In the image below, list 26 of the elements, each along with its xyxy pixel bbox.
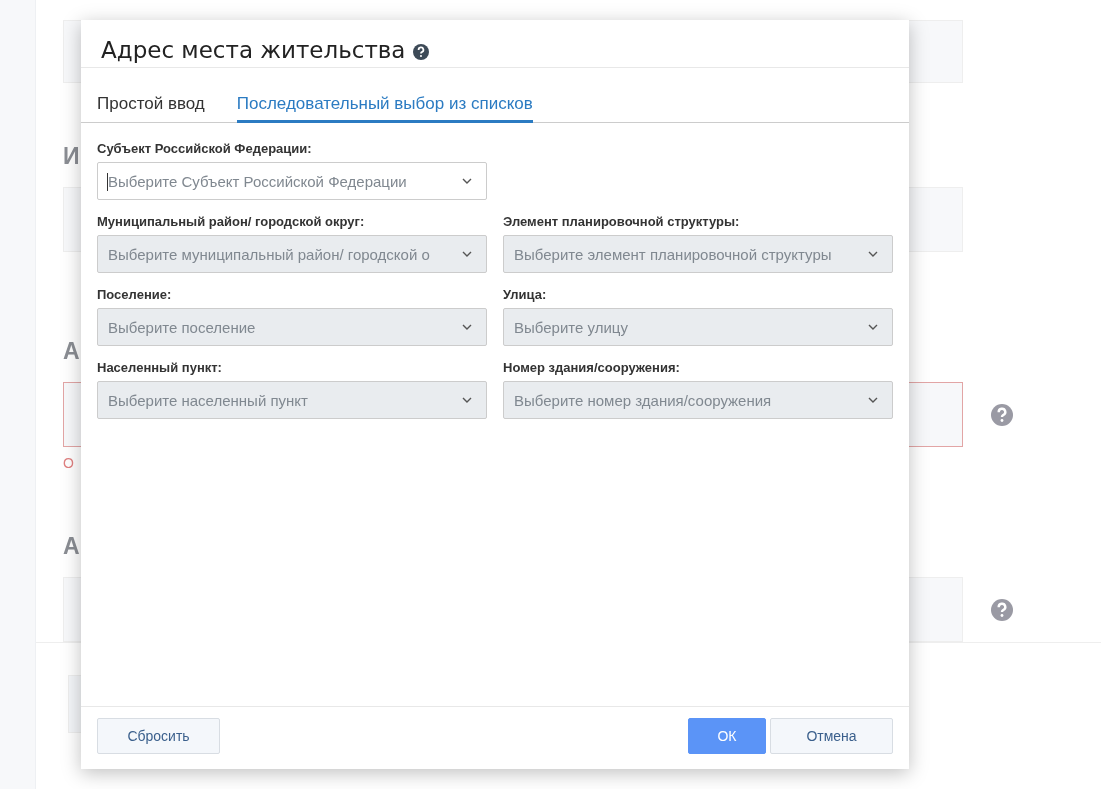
chevron-down-icon [462,324,472,330]
dialog-button[interactable]: Отмена [770,718,893,754]
help-icon[interactable] [413,43,430,60]
dialog-button[interactable]: Сбросить [97,718,220,754]
chevron-down-icon [868,251,878,257]
field-label: Населенный пункт: [97,360,223,375]
field-label: Субъект Российской Федерации: [97,141,313,156]
field-label: Муниципальный район/ городской округ: [97,214,366,229]
field-label: Улица: [503,287,548,302]
dialog-title: Адрес места жительства [101,36,406,63]
tab[interactable]: Простой ввод [97,90,205,123]
error-message: О [63,455,74,471]
chevron-down-icon [462,251,472,257]
ok-button[interactable]: ОК [688,718,766,754]
chevron-down-icon [868,397,878,403]
field-label: Номер здания/сооружения: [503,360,681,375]
field-label: Элемент планировочной структуры: [503,214,741,229]
field-label: Поселение: [97,287,173,302]
chevron-down-icon [868,324,878,330]
section-heading: А [63,338,81,366]
chevron-down-icon [462,178,472,184]
chevron-down-icon [462,397,472,403]
section-heading: А [63,533,81,561]
dropdown-select[interactable]: Выберите Субъект Российской Федерации [97,162,487,200]
section-heading: И [63,143,81,171]
tab[interactable]: Последовательный выбор из списков [236,90,533,123]
